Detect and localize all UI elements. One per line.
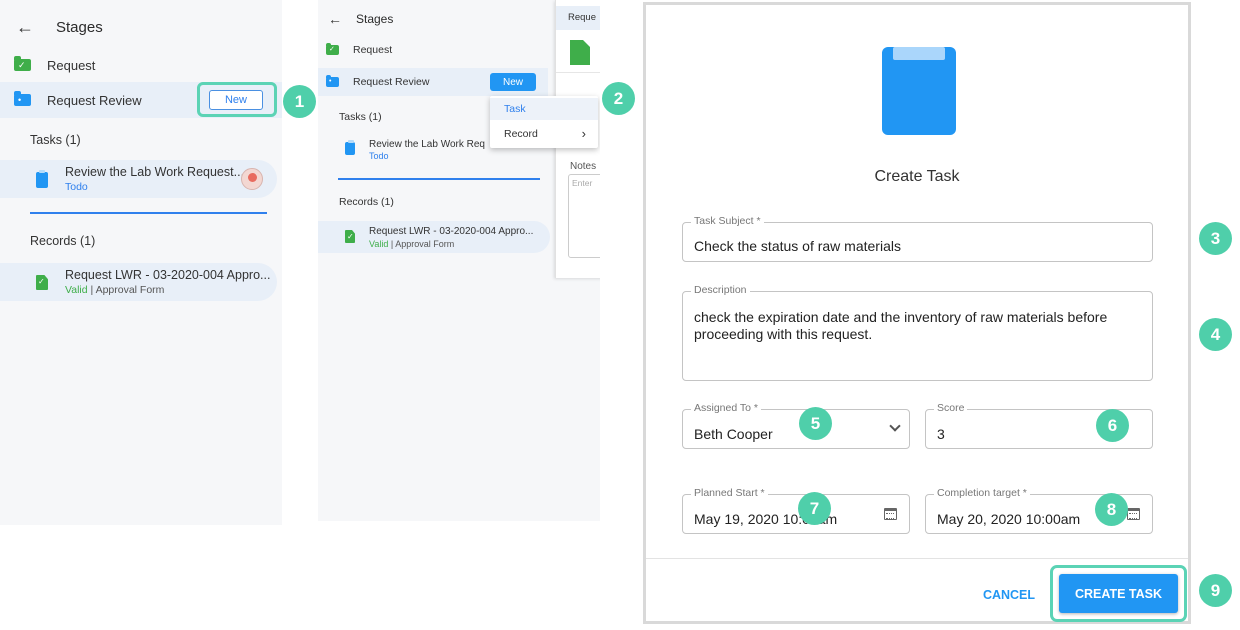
clipboard-icon <box>345 140 355 155</box>
stages-title: Stages <box>356 12 394 26</box>
task-title: Review the Lab Work Request... <box>65 165 245 179</box>
menu-item-task[interactable]: Task <box>490 98 598 120</box>
record-item[interactable]: Request LWR - 03-2020-004 Appro... Valid… <box>0 263 277 301</box>
stages-header: ← Stages <box>16 18 103 36</box>
stage-label: Request <box>47 57 96 73</box>
calendar-icon[interactable] <box>1127 508 1140 520</box>
stage-label: Request Review <box>47 92 142 108</box>
step-badge: 9 <box>1199 574 1232 607</box>
chevron-right-icon: › <box>581 126 586 141</box>
record-type: | Approval Form <box>390 239 455 249</box>
clipboard-icon <box>36 170 48 188</box>
task-status: Todo <box>65 181 88 193</box>
cancel-button[interactable]: CANCEL <box>972 583 1046 607</box>
clipboard-icon <box>882 47 956 135</box>
create-task-highlight: CREATE TASK <box>1050 565 1187 622</box>
stage-label: Request Review <box>353 76 430 88</box>
menu-item-label: Record <box>504 128 538 140</box>
field-label: Completion target * <box>934 487 1030 499</box>
divider <box>556 72 600 73</box>
planned-start-field[interactable]: Planned Start * May 19, 2020 10:00am <box>682 487 910 534</box>
record-status: Valid <box>369 239 389 249</box>
new-menu: Task Record › <box>490 96 598 148</box>
chevron-down-icon <box>889 420 901 432</box>
tasks-heading: Tasks (1) <box>30 133 81 147</box>
notes-label: Notes <box>570 161 597 172</box>
task-subject-field[interactable]: Task Subject * Check the status of raw m… <box>682 215 1153 262</box>
stages-panel-2: ← Stages ✓ Request • Request Review New … <box>318 0 600 521</box>
detail-tab[interactable]: Reque <box>556 6 600 30</box>
new-button[interactable]: New <box>209 90 263 110</box>
new-button[interactable]: New <box>490 73 536 91</box>
tasks-heading: Tasks (1) <box>339 111 382 123</box>
record-meta: Valid | Approval Form <box>369 239 454 249</box>
notes-placeholder: Enter <box>572 178 593 188</box>
field-value: May 20, 2020 10:00am <box>937 511 1081 527</box>
field-label: Task Subject * <box>691 215 764 227</box>
assigned-to-select[interactable]: Assigned To * Beth Cooper <box>682 402 910 449</box>
divider <box>646 558 1188 559</box>
step-badge: 8 <box>1095 493 1128 526</box>
field-value: check the expiration date and the invent… <box>694 309 1108 342</box>
stage-request[interactable]: ✓ Request <box>0 54 282 76</box>
field-value: Check the status of raw materials <box>694 238 901 254</box>
step-badge: 6 <box>1096 409 1129 442</box>
back-arrow-icon[interactable]: ← <box>328 12 342 26</box>
task-title: Review the Lab Work Req <box>369 139 485 150</box>
stages-header: ← Stages <box>328 12 393 26</box>
field-label: Planned Start * <box>691 487 768 499</box>
step-badge: 1 <box>283 85 316 118</box>
record-title: Request LWR - 03-2020-004 Appro... <box>65 268 271 282</box>
step-badge: 5 <box>799 407 832 440</box>
step-badge: 7 <box>798 492 831 525</box>
record-type: | Approval Form <box>90 284 165 296</box>
field-value: 3 <box>937 426 945 442</box>
divider <box>30 212 267 214</box>
document-check-icon <box>345 230 355 243</box>
folder-check-icon: ✓ <box>326 43 339 55</box>
record-status: Valid <box>65 284 88 296</box>
stage-request[interactable]: ✓ Request <box>326 43 393 56</box>
record-title: Request LWR - 03-2020-004 Appro... <box>369 226 534 237</box>
description-field[interactable]: Description check the expiration date an… <box>682 284 1153 381</box>
stages-title: Stages <box>56 18 103 36</box>
dialog-title: Create Task <box>874 168 960 185</box>
task-status: Todo <box>369 151 389 161</box>
calendar-icon[interactable] <box>884 508 897 520</box>
folder-user-icon: • <box>326 75 339 87</box>
field-label: Score <box>934 402 968 414</box>
step-badge: 3 <box>1199 222 1232 255</box>
document-icon <box>570 40 590 65</box>
record-item[interactable]: Request LWR - 03-2020-004 Appro... Valid… <box>318 221 550 253</box>
task-item[interactable]: Review the Lab Work Request... Todo <box>0 160 277 198</box>
create-task-button[interactable]: CREATE TASK <box>1059 574 1178 613</box>
document-check-icon <box>36 275 48 290</box>
step-badge: 2 <box>602 82 635 115</box>
folder-user-icon: • <box>14 91 31 106</box>
notes-input[interactable]: Enter <box>568 174 600 258</box>
records-heading: Records (1) <box>339 196 394 208</box>
stages-panel-1: ← Stages ✓ Request • Request Review New … <box>0 0 282 525</box>
back-arrow-icon[interactable]: ← <box>16 18 34 36</box>
avatar <box>241 168 263 190</box>
folder-check-icon: ✓ <box>14 56 31 71</box>
record-meta: Valid | Approval Form <box>65 284 164 296</box>
field-label: Assigned To * <box>691 402 762 414</box>
field-label: Description <box>691 284 750 296</box>
divider <box>338 178 540 180</box>
step-badge: 4 <box>1199 318 1232 351</box>
records-heading: Records (1) <box>30 234 96 248</box>
new-button-highlight: New <box>197 82 277 117</box>
create-task-dialog: Create Task Task Subject * Check the sta… <box>643 2 1191 624</box>
field-value: Beth Cooper <box>694 426 773 442</box>
stage-label: Request <box>353 44 393 56</box>
menu-item-record[interactable]: Record › <box>490 123 598 145</box>
